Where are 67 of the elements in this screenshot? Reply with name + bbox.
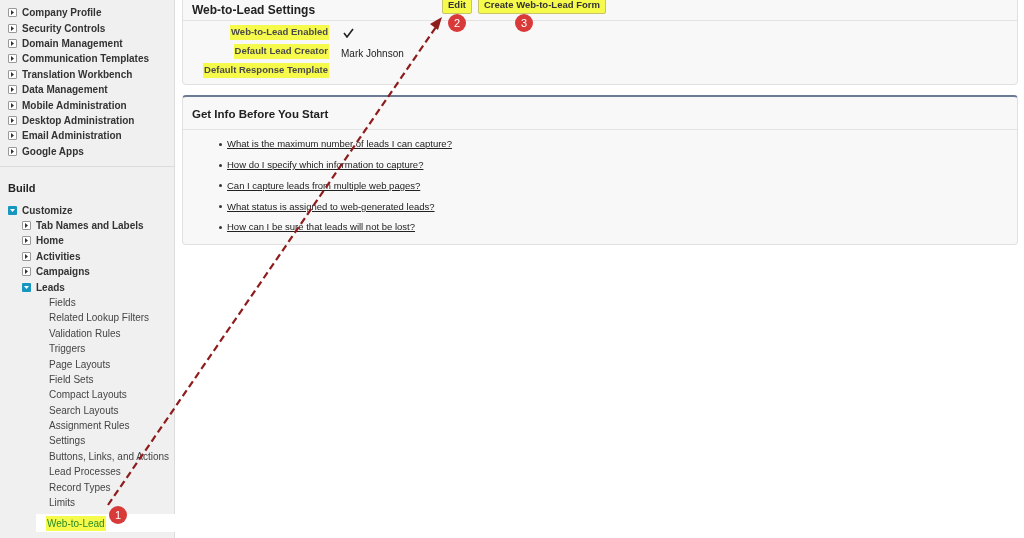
bullet-icon (219, 226, 222, 230)
sidebar-item[interactable]: Customize (22, 202, 73, 218)
action-button[interactable]: Edit (442, 0, 472, 14)
expand-icon[interactable] (8, 131, 17, 141)
sidebar-link[interactable]: Lead Processes (48, 464, 122, 480)
sidebar-item[interactable]: Translation Workbench (22, 66, 133, 82)
sidebar-link[interactable]: Triggers (48, 341, 87, 357)
sidebar-link[interactable]: Page Layouts (48, 356, 112, 372)
field-value: Mark Johnson (341, 47, 404, 59)
expand-icon[interactable] (22, 251, 31, 261)
expand-icon[interactable] (8, 38, 17, 48)
sidebar-link[interactable]: Limits (48, 495, 77, 510)
expand-icon[interactable] (8, 23, 17, 33)
sidebar-item[interactable]: Google Apps (22, 143, 84, 159)
field-label: Default Lead Creator (233, 44, 329, 59)
step-badge: 2 (448, 14, 466, 32)
sidebar-item[interactable]: Tab Names and Labels (36, 218, 144, 233)
sidebar-item[interactable]: Home (36, 233, 64, 249)
panel-title: Get Info Before You Start (192, 108, 329, 120)
help-link[interactable]: How can I be sure that leads will not be lost? (227, 220, 415, 235)
sidebar-link[interactable]: Validation Rules (48, 325, 122, 341)
sidebar-item[interactable]: Desktop Administration (22, 112, 135, 128)
expand-icon[interactable] (8, 100, 17, 110)
collapse-icon[interactable] (22, 282, 31, 292)
expand-icon[interactable] (22, 267, 31, 277)
collapse-icon[interactable] (8, 205, 17, 215)
sidebar-link[interactable]: Assignment Rules (48, 418, 131, 434)
bullet-icon (219, 163, 222, 167)
sidebar-link[interactable]: Fields (48, 294, 77, 310)
sidebar-item[interactable]: Campaigns (36, 264, 90, 280)
panel-title: Web-to-Lead Settings (191, 1, 317, 19)
sidebar-link[interactable]: Compact Layouts (48, 387, 128, 403)
step-badge: 1 (109, 506, 127, 525)
sidebar-link[interactable]: Search Layouts (48, 402, 120, 418)
field-label: Default Response Template (203, 63, 329, 78)
help-link[interactable]: What status is assigned to web-generated leads? (227, 199, 435, 214)
expand-icon[interactable] (8, 146, 17, 156)
sidebar-item[interactable]: Domain Management (22, 35, 123, 51)
sidebar-item[interactable]: Company Profile (22, 5, 102, 21)
sidebar-item[interactable]: Leads (36, 279, 65, 295)
action-button[interactable]: Create Web-to-Lead Form (477, 0, 606, 14)
expand-icon[interactable] (8, 69, 17, 79)
expand-icon[interactable] (8, 85, 17, 95)
sidebar-item[interactable]: Security Controls (22, 20, 106, 36)
help-link[interactable]: How do I specify which information to capture? (227, 158, 424, 173)
step-badge: 3 (514, 14, 533, 32)
sidebar-item[interactable]: Activities (36, 248, 81, 264)
bullet-icon (219, 184, 222, 188)
expand-icon[interactable] (8, 115, 17, 125)
section-title: Build (7, 180, 37, 196)
sidebar-item[interactable]: Mobile Administration (22, 97, 127, 113)
sidebar-link[interactable]: Settings (48, 433, 87, 449)
sidebar-link[interactable]: Related Lookup Filters (48, 310, 151, 326)
field-label: Web-to-Lead Enabled (230, 25, 329, 40)
sidebar-item[interactable]: Email Administration (22, 128, 122, 144)
sidebar-link[interactable]: Field Sets (48, 371, 95, 387)
sidebar-item[interactable]: Communication Templates (22, 51, 150, 67)
expand-icon[interactable] (8, 8, 17, 18)
sidebar-link[interactable]: Record Types (48, 479, 112, 495)
help-link[interactable]: What is the maximum number of leads I can capture? (227, 137, 452, 152)
expand-icon[interactable] (22, 236, 31, 246)
sidebar-link[interactable]: Web-to-Lead (46, 515, 106, 531)
expand-icon[interactable] (22, 221, 31, 230)
bullet-icon (219, 142, 222, 146)
sidebar-item[interactable]: Data Management (22, 82, 108, 98)
bullet-icon (219, 205, 222, 209)
expand-icon[interactable] (8, 54, 17, 64)
